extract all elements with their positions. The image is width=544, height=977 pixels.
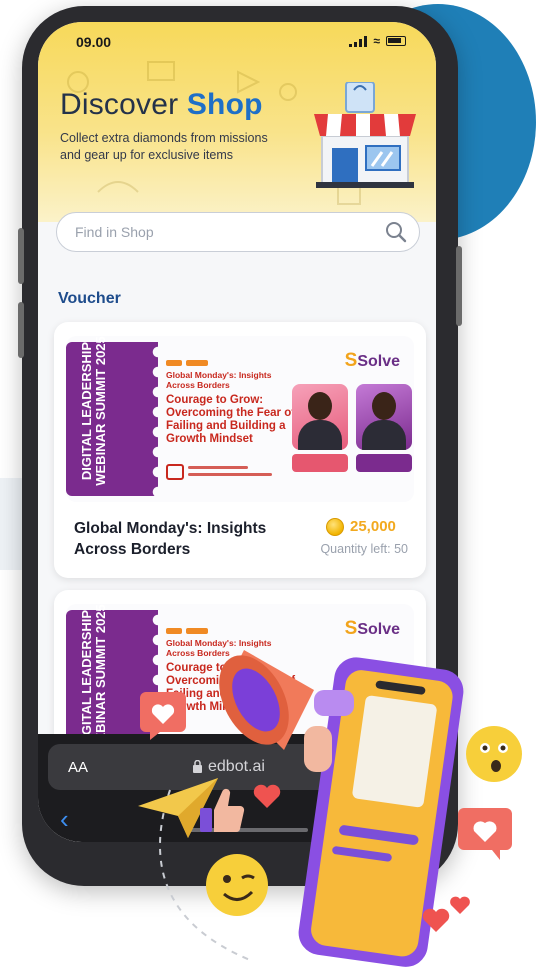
megaphone-icon — [219, 650, 354, 772]
banner-tag — [166, 360, 182, 366]
shop-illustration — [314, 82, 416, 188]
page-title-prefix: Discover — [60, 88, 187, 121]
search-input[interactable]: Find in Shop — [56, 212, 420, 252]
banner-ribbon-notch — [142, 342, 158, 496]
page-subtitle: Collect extra diamonds from missions and… — [60, 131, 268, 162]
calendar-icon — [166, 464, 184, 480]
speaker-photo-moderator — [292, 384, 348, 450]
banner-ribbon-text: DIGITAL LEADERSHIP WEBINAR SUMMIT 2025 — [79, 336, 108, 486]
signal-icon — [349, 35, 368, 47]
volume-up-button — [18, 228, 24, 284]
status-icons: ≈ — [349, 34, 406, 48]
voucher-name: Global Monday's: Insights Across Borders — [74, 520, 267, 558]
hearts-icon — [422, 896, 470, 932]
speaker-photo-speaker — [356, 384, 412, 450]
power-button — [456, 246, 462, 326]
voucher-quantity: Quantity left: 50 — [320, 542, 408, 556]
battery-icon — [386, 36, 406, 46]
section-title-voucher: Voucher — [58, 290, 121, 307]
back-icon[interactable]: ‹ — [60, 804, 69, 835]
search-placeholder: Find in Shop — [75, 224, 154, 240]
banner-time-line — [188, 473, 272, 476]
wifi-icon: ≈ — [373, 34, 380, 48]
page-title: Discover Shop — [60, 88, 263, 122]
voucher-card[interactable]: DIGITAL LEADERSHIP WEBINAR SUMMIT 2025 G… — [54, 322, 426, 578]
volume-down-button — [18, 302, 24, 358]
voucher-price: 25,000 — [350, 518, 396, 535]
coin-icon — [326, 518, 344, 536]
text-size-button[interactable]: AA — [68, 759, 88, 776]
banner-tag — [186, 360, 208, 366]
banner-subtitle: Global Monday's: Insights Across Borders — [166, 370, 272, 390]
shop-header: 09.00 ≈ Discover Shop Collect extra diam… — [38, 22, 436, 222]
banner-tag — [186, 628, 208, 634]
speaker-name-strip — [292, 454, 348, 472]
page-title-accent: Shop — [186, 88, 263, 121]
banner-tag — [166, 628, 182, 634]
winking-emoji-icon — [206, 854, 268, 916]
banner-heading: Courage to Grow: Overcoming the Fear of … — [166, 394, 296, 445]
heart-bubble-icon — [458, 808, 512, 860]
banner-date-line — [188, 466, 248, 469]
search-icon[interactable] — [385, 221, 407, 243]
banner-ribbon-text: DIGITAL LEADERSHIP WEBINAR SUMMIT 2025 — [79, 604, 108, 754]
status-bar: 09.00 ≈ — [38, 22, 436, 64]
heart-bubble-icon — [140, 692, 186, 740]
status-time: 09.00 — [76, 34, 112, 50]
speaker-name-strip — [356, 454, 412, 472]
surprised-emoji-icon — [466, 726, 522, 782]
heart-icon — [253, 784, 281, 808]
voucher-banner[interactable]: DIGITAL LEADERSHIP WEBINAR SUMMIT 2025 G… — [66, 336, 414, 502]
solve-logo: SSolve — [344, 350, 400, 371]
thumbs-up-icon — [200, 788, 245, 833]
